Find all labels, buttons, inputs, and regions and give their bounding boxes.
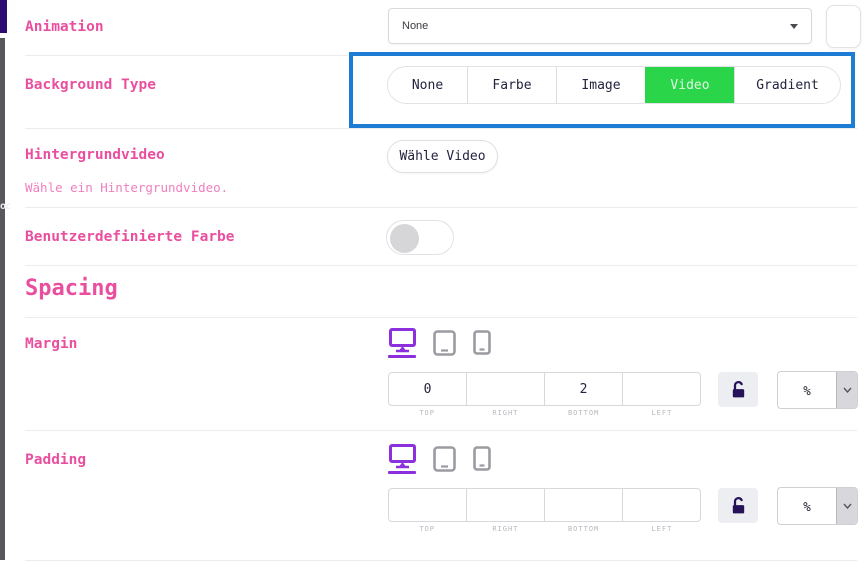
padding-unit-select[interactable]: % [777,487,858,525]
padding-link-values-button[interactable] [718,488,758,523]
margin-top-input[interactable] [389,373,466,405]
divider [25,560,857,561]
bg-type-option-farbe[interactable]: Farbe [467,67,556,103]
margin-field-labels: TOP RIGHT BOTTOM LEFT [388,409,701,417]
margin-right-input[interactable] [466,373,544,405]
animation-select[interactable]: None [388,8,812,44]
background-type-label: Background Type [25,77,156,93]
padding-top-input[interactable] [389,489,466,521]
hintergrundvideo-description: Wähle ein Hintergrundvideo. [25,180,228,195]
empty-swatch-button[interactable] [826,5,861,48]
field-label-left: LEFT [623,525,701,533]
field-label-left: LEFT [623,409,701,417]
field-label-bottom: BOTTOM [545,409,623,417]
padding-right-input[interactable] [466,489,544,521]
background-type-button-group: None Farbe Image Video Gradient [387,66,841,104]
active-device-indicator [388,471,416,474]
divider [25,265,857,266]
custom-color-toggle[interactable] [386,220,454,255]
choose-video-button[interactable]: Wähle Video [387,140,498,173]
mobile-icon[interactable] [473,328,491,355]
caret-down-icon [790,24,798,29]
padding-inputs [388,488,701,522]
margin-link-values-button[interactable] [718,372,758,407]
toggle-knob [390,224,419,253]
margin-unit-value: % [778,372,836,408]
desktop-icon[interactable] [388,444,416,474]
margin-device-switcher [388,328,491,358]
padding-bottom-input[interactable] [544,489,622,521]
padding-unit-value: % [778,488,836,524]
field-label-right: RIGHT [466,525,544,533]
spacing-section-heading: Spacing [25,276,118,301]
bg-type-option-video-selected[interactable]: Video [645,67,734,103]
margin-left-input[interactable] [622,373,700,405]
divider [25,128,857,129]
field-label-top: TOP [388,525,466,533]
margin-unit-select[interactable]: % [777,371,858,409]
field-label-bottom: BOTTOM [545,525,623,533]
bg-type-option-gradient[interactable]: Gradient [734,67,840,103]
padding-label: Padding [25,452,86,468]
margin-label: Margin [25,336,77,352]
field-label-right: RIGHT [466,409,544,417]
chevron-down-icon [836,372,857,408]
chevron-down-icon [836,488,857,524]
tablet-icon[interactable] [433,328,456,356]
padding-device-switcher [388,444,491,474]
left-edge-strip [0,38,5,560]
active-device-indicator [388,355,416,358]
custom-color-label: Benutzerdefinierte Farbe [25,229,235,245]
bg-type-option-image[interactable]: Image [556,67,645,103]
animation-select-value: None [402,20,428,32]
left-corner-accent [0,0,7,33]
animation-label: Animation [25,19,104,35]
divider [25,430,857,431]
desktop-icon[interactable] [388,328,416,358]
margin-inputs [388,372,701,406]
field-label-top: TOP [388,409,466,417]
unlock-icon [728,379,749,400]
clipped-text-fragment: oc [0,201,10,212]
tablet-icon[interactable] [433,444,456,472]
mobile-icon[interactable] [473,444,491,471]
margin-bottom-input[interactable] [544,373,622,405]
settings-panel: oc Animation None Background Type None F… [0,0,865,568]
padding-field-labels: TOP RIGHT BOTTOM LEFT [388,525,701,533]
hintergrundvideo-label: Hintergrundvideo [25,147,165,163]
divider [25,317,857,318]
padding-left-input[interactable] [622,489,700,521]
unlock-icon [728,495,749,516]
divider [25,207,857,208]
bg-type-option-none[interactable]: None [388,67,467,103]
